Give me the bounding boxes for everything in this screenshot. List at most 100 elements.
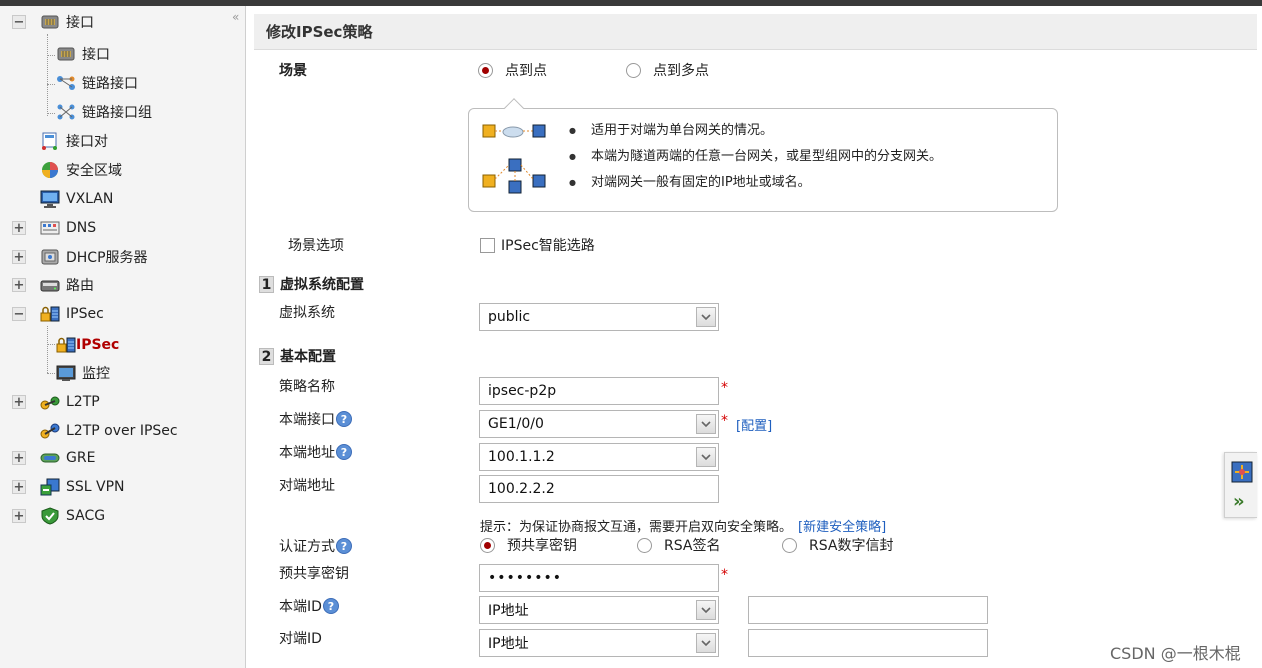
chevron-down-icon[interactable] [696, 447, 716, 467]
sidebar-item-ipsec-policy[interactable]: IPSec [0, 332, 246, 358]
sidebar-item-ipsec[interactable]: IPSec [0, 301, 246, 327]
sidebar-item-link-interface[interactable]: 链路接口 [0, 70, 246, 96]
vxlan-icon [40, 190, 60, 208]
help-icon[interactable]: ? [322, 598, 339, 614]
ipsec-icon [40, 305, 60, 323]
help-icon[interactable]: ? [336, 411, 352, 427]
expand-plus-icon[interactable] [12, 480, 26, 494]
auth-rsa-sig-radio[interactable]: RSA签名 [637, 535, 720, 555]
new-security-policy-link[interactable]: [新建安全策略] [798, 520, 886, 535]
sidebar-item-routing[interactable]: 路由 [0, 272, 246, 298]
sidebar-nav: « 接口 接口 链路接口 链路接口组 接口对 [0, 6, 246, 668]
sidebar-item-link-interface-group[interactable]: 链路接口组 [0, 99, 246, 125]
interface-icon [56, 45, 76, 63]
local-interface-value: GE1/0/0 [488, 416, 544, 432]
sidebar-item-label: 接口 [66, 15, 94, 31]
help-icon[interactable]: ? [336, 538, 352, 554]
radio-label: 点到多点 [653, 63, 709, 79]
sidebar-item-label: 接口对 [66, 134, 108, 150]
tip-pointer [504, 98, 524, 118]
local-address-label: 本端地址 ? [279, 442, 352, 462]
radio-selected-icon [480, 537, 495, 553]
expand-plus-icon[interactable] [12, 395, 26, 409]
psk-input[interactable]: •••••••• [479, 564, 719, 592]
sidebar-item-label: 接口 [82, 47, 110, 63]
scenario-p2mp-radio[interactable]: 点到多点 [626, 60, 709, 80]
configure-link[interactable]: [配置] [736, 415, 772, 434]
sidebar-item-l2tp-over-ipsec[interactable]: L2TP over IPSec [0, 418, 246, 444]
sidebar-item-ssl-vpn[interactable]: SSL VPN [0, 474, 246, 500]
sidebar-item-gre[interactable]: GRE [0, 445, 246, 471]
sidebar-item-security-zone[interactable]: 安全区域 [0, 157, 246, 183]
l2tp-icon [40, 393, 60, 411]
floating-side-panel[interactable]: » [1224, 452, 1257, 518]
sidebar-item-monitor[interactable]: 监控 [0, 360, 246, 386]
collapse-minus-icon[interactable] [12, 307, 26, 321]
local-id-type-value: IP地址 [488, 603, 529, 619]
sidebar-item-interface-pair[interactable]: 接口对 [0, 128, 246, 154]
scenario-options-label: 场景选项 [288, 238, 344, 254]
local-id-label: 本端ID ? [279, 596, 339, 616]
hint-text: 提示：为保证协商报文互通，需要开启双向安全策略。 [480, 520, 793, 535]
label-text: 本端接口 [279, 412, 335, 428]
sidebar-item-sacg[interactable]: SACG [0, 503, 246, 529]
collapse-minus-icon[interactable] [12, 15, 26, 29]
local-id-type-select[interactable]: IP地址 [479, 596, 719, 624]
sidebar-item-dns[interactable]: DNS [0, 215, 246, 241]
sidebar-item-label: L2TP [66, 394, 100, 410]
local-address-select[interactable]: 100.1.1.2 [479, 443, 719, 471]
network-panel-icon[interactable] [1231, 461, 1253, 483]
local-interface-label: 本端接口 ? [279, 409, 352, 429]
sidebar-item-label: 链路接口组 [82, 105, 152, 121]
security-zone-icon [40, 161, 60, 179]
sidebar-item-dhcp-server[interactable]: DHCP服务器 [0, 244, 246, 270]
expand-plus-icon[interactable] [12, 221, 26, 235]
policy-name-input[interactable]: ipsec-p2p [479, 377, 719, 405]
local-id-input[interactable] [748, 596, 988, 624]
radio-label: 预共享密钥 [507, 538, 577, 554]
peer-id-type-select[interactable]: IP地址 [479, 629, 719, 657]
section-number: 2 [259, 347, 274, 365]
expand-panel-icon[interactable]: » [1233, 491, 1245, 512]
main-panel: 修改IPSec策略 场景 点到点 点到多点 适用于对端为单台网关的情况。 [254, 6, 1262, 668]
sidebar-item-label: 安全区域 [66, 163, 122, 179]
dhcp-icon [40, 248, 60, 266]
sidebar-item-vxlan[interactable]: VXLAN [0, 186, 246, 212]
sidebar-item-label: SSL VPN [66, 479, 125, 495]
sidebar-item-interface[interactable]: 接口 [0, 9, 246, 35]
topology-diagram-icon [481, 121, 561, 201]
local-interface-select[interactable]: GE1/0/0 [479, 410, 719, 438]
required-marker: * [721, 380, 728, 396]
expand-plus-icon[interactable] [12, 509, 26, 523]
sacg-icon [40, 507, 60, 525]
sidebar-item-label: GRE [66, 450, 96, 466]
ipsec-smart-routing-checkbox[interactable]: IPSec智能选路 [480, 235, 595, 255]
chevron-down-icon[interactable] [696, 414, 716, 434]
chevron-down-icon[interactable] [696, 600, 716, 620]
vsys-select[interactable]: public [479, 303, 719, 331]
sidebar-item-label: 链路接口 [82, 76, 138, 92]
chevron-down-icon[interactable] [696, 633, 716, 653]
auth-rsa-envelope-radio[interactable]: RSA数字信封 [782, 535, 893, 555]
vsys-value: public [488, 309, 531, 325]
checkbox-icon [480, 237, 495, 253]
peer-id-input[interactable] [748, 629, 988, 657]
radio-label: RSA数字信封 [809, 538, 894, 554]
sidebar-item-interface-sub[interactable]: 接口 [0, 41, 246, 67]
sidebar-item-l2tp[interactable]: L2TP [0, 389, 246, 415]
interface-icon [40, 13, 60, 31]
security-policy-hint: 提示：为保证协商报文互通，需要开启双向安全策略。 [新建安全策略] [480, 516, 886, 535]
peer-address-input[interactable]: 100.2.2.2 [479, 475, 719, 503]
chevron-down-icon[interactable] [696, 307, 716, 327]
tip-bullet: 本端为隧道两端的任意一台网关，或星型组网中的分支网关。 [569, 147, 942, 173]
sidebar-item-label: IPSec [66, 306, 104, 322]
help-icon[interactable]: ? [336, 444, 352, 460]
scenario-p2p-radio[interactable]: 点到点 [478, 60, 547, 80]
expand-plus-icon[interactable] [12, 250, 26, 264]
auth-psk-radio[interactable]: 预共享密钥 [480, 535, 577, 555]
expand-plus-icon[interactable] [12, 451, 26, 465]
auth-method-label: 认证方式 ? [279, 536, 352, 556]
router-icon [40, 276, 60, 294]
expand-plus-icon[interactable] [12, 278, 26, 292]
gre-icon [40, 449, 60, 467]
